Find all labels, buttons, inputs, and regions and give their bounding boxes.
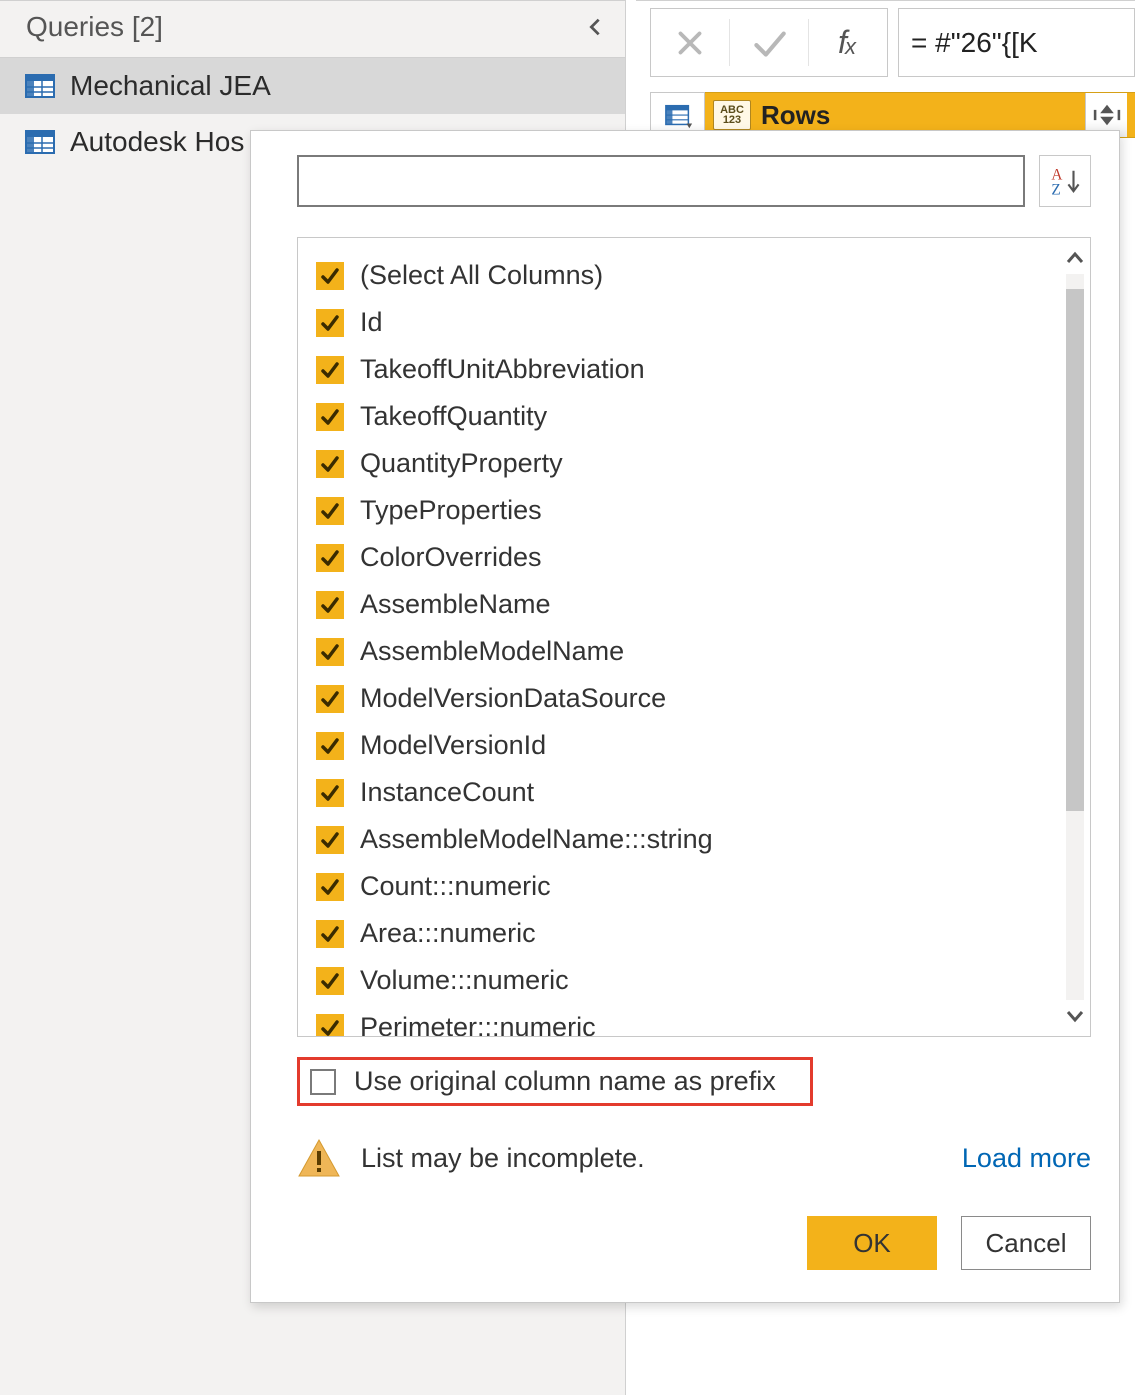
column-label: Area:::numeric bbox=[360, 918, 536, 949]
formula-toolbar: fx = #"26"{[K bbox=[636, 0, 1135, 84]
column-label: Id bbox=[360, 307, 383, 338]
checkbox-checked-icon[interactable] bbox=[316, 544, 344, 572]
column-option[interactable]: ModelVersionDataSource bbox=[316, 675, 1060, 722]
table-icon bbox=[24, 126, 56, 158]
column-label: AssembleModelName bbox=[360, 636, 624, 667]
column-option[interactable]: QuantityProperty bbox=[316, 440, 1060, 487]
ok-button[interactable]: OK bbox=[807, 1216, 937, 1270]
column-label: Perimeter:::numeric bbox=[360, 1012, 596, 1036]
column-label: TakeoffQuantity bbox=[360, 401, 547, 432]
column-option[interactable]: InstanceCount bbox=[316, 769, 1060, 816]
checkbox-checked-icon[interactable] bbox=[316, 873, 344, 901]
load-more-link[interactable]: Load more bbox=[962, 1143, 1091, 1174]
query-label: Mechanical JEA bbox=[70, 70, 271, 102]
checkbox-checked-icon[interactable] bbox=[316, 309, 344, 337]
column-label: ModelVersionId bbox=[360, 730, 546, 761]
column-label: (Select All Columns) bbox=[360, 260, 603, 291]
column-option[interactable]: TypeProperties bbox=[316, 487, 1060, 534]
column-option[interactable]: (Select All Columns) bbox=[316, 252, 1060, 299]
checkbox-checked-icon[interactable] bbox=[316, 826, 344, 854]
column-search-input[interactable] bbox=[297, 155, 1025, 207]
expand-columns-dropdown: A Z (Select All Columns) Id TakeoffUnitAbb… bbox=[250, 130, 1120, 1303]
column-label: QuantityProperty bbox=[360, 448, 563, 479]
svg-text:Z: Z bbox=[1051, 182, 1060, 198]
column-option[interactable]: Perimeter:::numeric bbox=[316, 1004, 1060, 1036]
query-label: Autodesk Hos bbox=[70, 126, 244, 158]
use-prefix-option[interactable]: Use original column name as prefix bbox=[297, 1057, 813, 1106]
column-label: AssembleModelName:::string bbox=[360, 824, 713, 855]
checkbox-checked-icon[interactable] bbox=[316, 591, 344, 619]
query-item-mechanical-jea[interactable]: Mechanical JEA bbox=[0, 58, 625, 114]
svg-text:A: A bbox=[1051, 166, 1062, 183]
column-label: Count:::numeric bbox=[360, 871, 551, 902]
checkbox-checked-icon[interactable] bbox=[316, 920, 344, 948]
cancel-formula-button[interactable] bbox=[651, 9, 729, 76]
checkbox-checked-icon[interactable] bbox=[316, 403, 344, 431]
formula-buttons: fx bbox=[650, 8, 888, 77]
column-label: TakeoffUnitAbbreviation bbox=[360, 354, 645, 385]
checkbox-checked-icon[interactable] bbox=[316, 685, 344, 713]
column-option[interactable]: Area:::numeric bbox=[316, 910, 1060, 957]
column-label: ModelVersionDataSource bbox=[360, 683, 666, 714]
column-name: Rows bbox=[761, 100, 830, 131]
columns-box: (Select All Columns) Id TakeoffUnitAbbrevi… bbox=[297, 237, 1091, 1037]
column-label: Volume:::numeric bbox=[360, 965, 569, 996]
chevron-down-icon[interactable] bbox=[1065, 1006, 1085, 1026]
warning-icon bbox=[297, 1136, 341, 1180]
scrollbar[interactable] bbox=[1060, 238, 1090, 1036]
column-option[interactable]: Id bbox=[316, 299, 1060, 346]
collapse-icon[interactable] bbox=[583, 15, 607, 39]
column-option[interactable]: ModelVersionId bbox=[316, 722, 1060, 769]
chevron-up-icon[interactable] bbox=[1065, 248, 1085, 268]
checkbox-checked-icon[interactable] bbox=[316, 1014, 344, 1037]
column-label: InstanceCount bbox=[360, 777, 534, 808]
datatype-any-icon: ABC 123 bbox=[713, 100, 751, 130]
cancel-button[interactable]: Cancel bbox=[961, 1216, 1091, 1270]
fx-button[interactable]: fx bbox=[809, 9, 887, 76]
column-option[interactable]: AssembleModelName bbox=[316, 628, 1060, 675]
column-label: TypeProperties bbox=[360, 495, 542, 526]
checkbox-checked-icon[interactable] bbox=[316, 356, 344, 384]
column-label: AssembleName bbox=[360, 589, 551, 620]
sort-az-button[interactable]: A Z bbox=[1039, 155, 1091, 207]
columns-list[interactable]: (Select All Columns) Id TakeoffUnitAbbrevi… bbox=[298, 238, 1060, 1036]
column-label: ColorOverrides bbox=[360, 542, 542, 573]
column-option[interactable]: Count:::numeric bbox=[316, 863, 1060, 910]
checkbox-checked-icon[interactable] bbox=[316, 732, 344, 760]
checkbox-checked-icon[interactable] bbox=[316, 262, 344, 290]
checkbox-checked-icon[interactable] bbox=[316, 967, 344, 995]
checkbox-icon[interactable] bbox=[310, 1069, 336, 1095]
prefix-label: Use original column name as prefix bbox=[354, 1066, 776, 1097]
column-option[interactable]: TakeoffQuantity bbox=[316, 393, 1060, 440]
checkbox-checked-icon[interactable] bbox=[316, 497, 344, 525]
column-option[interactable]: AssembleModelName:::string bbox=[316, 816, 1060, 863]
checkbox-checked-icon[interactable] bbox=[316, 450, 344, 478]
checkbox-checked-icon[interactable] bbox=[316, 638, 344, 666]
formula-text: = #"26"{[K bbox=[911, 27, 1038, 59]
warning-text: List may be incomplete. bbox=[361, 1143, 645, 1174]
table-icon bbox=[24, 70, 56, 102]
formula-input[interactable]: = #"26"{[K bbox=[898, 8, 1135, 77]
scroll-track[interactable] bbox=[1066, 274, 1084, 1000]
column-option[interactable]: ColorOverrides bbox=[316, 534, 1060, 581]
commit-formula-button[interactable] bbox=[730, 9, 808, 76]
scroll-thumb[interactable] bbox=[1066, 289, 1084, 812]
column-option[interactable]: AssembleName bbox=[316, 581, 1060, 628]
column-option[interactable]: TakeoffUnitAbbreviation bbox=[316, 346, 1060, 393]
column-option[interactable]: Volume:::numeric bbox=[316, 957, 1060, 1004]
queries-title: Queries [2] bbox=[26, 11, 163, 43]
checkbox-checked-icon[interactable] bbox=[316, 779, 344, 807]
queries-header: Queries [2] bbox=[0, 1, 625, 58]
